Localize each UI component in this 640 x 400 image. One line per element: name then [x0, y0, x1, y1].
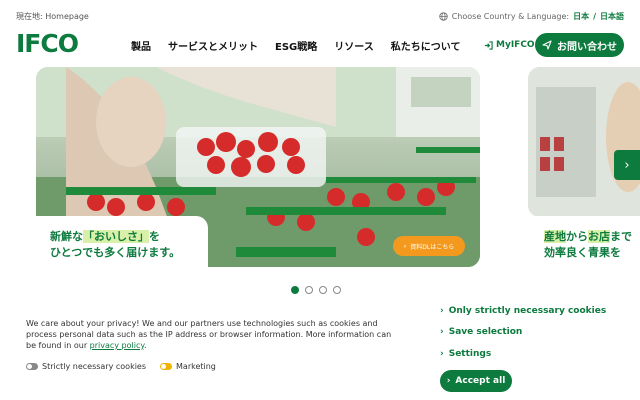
- nav-item-resources[interactable]: リソース: [334, 38, 374, 53]
- chevron-right-icon: ›: [446, 376, 451, 386]
- cookie-message: We care about your privacy! We and our p…: [26, 318, 396, 351]
- caption-text: から: [566, 230, 588, 243]
- chevron-right-icon: ›: [440, 327, 444, 337]
- carousel-dot[interactable]: [319, 286, 327, 294]
- main-nav: 製品 サービスとメリット ESG戦略 リソース 私たちについて: [131, 38, 460, 53]
- contact-button[interactable]: お問い合わせ: [535, 33, 624, 57]
- carousel-dot[interactable]: [305, 286, 313, 294]
- download-label: 資料DLはこちら: [410, 243, 455, 251]
- language-label: Choose Country & Language:: [451, 12, 570, 21]
- caption-highlight: 産地: [544, 230, 566, 243]
- toggle-marketing[interactable]: Marketing: [160, 362, 216, 371]
- language-current[interactable]: 日本語: [600, 11, 624, 22]
- caption-highlight: 「おいしさ」: [83, 230, 149, 243]
- accept-all-label: Accept all: [455, 376, 506, 386]
- ifco-logo[interactable]: IFCO: [16, 30, 79, 58]
- toggle-marketing-label: Marketing: [176, 362, 216, 371]
- caption-text: を: [149, 230, 160, 243]
- carousel-dot[interactable]: [291, 286, 299, 294]
- toggle-switch[interactable]: [160, 363, 173, 370]
- breadcrumb: 現在地: Homepage: [16, 11, 89, 22]
- carousel-next-button[interactable]: ›: [614, 150, 640, 180]
- myifco-link[interactable]: MyIFCO: [484, 40, 535, 50]
- save-selection-button[interactable]: › Save selection: [440, 327, 522, 337]
- download-button[interactable]: › 資料DLはこちら: [393, 236, 465, 256]
- breadcrumb-current[interactable]: Homepage: [45, 12, 89, 21]
- breadcrumb-label: 現在地:: [16, 12, 43, 21]
- caption-text: 新鮮な: [50, 230, 83, 243]
- chevron-right-icon: ›: [440, 306, 444, 316]
- login-icon: [484, 40, 493, 50]
- cookie-message-text: We care about your privacy! We and our p…: [26, 319, 392, 350]
- carousel-dot[interactable]: [333, 286, 341, 294]
- toggle-necessary[interactable]: Strictly necessary cookies: [26, 362, 146, 371]
- country-current[interactable]: 日本: [573, 11, 589, 22]
- accept-all-button[interactable]: › Accept all: [440, 370, 512, 392]
- privacy-policy-link[interactable]: privacy policy: [90, 341, 144, 350]
- hero-caption-line1: 新鮮な「おいしさ」を: [50, 228, 160, 244]
- next-caption-line1: 産地からお店まで: [544, 228, 632, 244]
- save-selection-label: Save selection: [448, 327, 523, 337]
- globe-icon: [439, 12, 448, 21]
- myifco-label: MyIFCO: [496, 40, 535, 50]
- hero-caption-line2: ひとつでも多く届けます。: [50, 246, 181, 259]
- nav-item-esg[interactable]: ESG戦略: [275, 38, 317, 53]
- nav-item-services[interactable]: サービスとメリット: [168, 38, 258, 53]
- toggle-switch[interactable]: [26, 363, 38, 370]
- language-separator: /: [593, 12, 596, 21]
- cookie-message-suffix: .: [143, 341, 147, 350]
- settings-label: Settings: [448, 349, 492, 359]
- next-slide-image: [528, 67, 640, 217]
- nav-item-about[interactable]: 私たちについて: [391, 38, 461, 53]
- cookie-toggles: Strictly necessary cookies Marketing: [26, 362, 216, 371]
- top-bar: 現在地: Homepage Choose Country & Language:…: [0, 0, 640, 30]
- next-slide-caption: 産地からお店まで 効率良く青果を: [528, 216, 640, 270]
- chevron-right-icon: ›: [440, 349, 444, 359]
- carousel-dots: [291, 286, 341, 294]
- next-caption-line2: 効率良く青果を: [544, 246, 621, 259]
- hero-caption: 新鮮な「おいしさ」を ひとつでも多く届けます。: [36, 216, 208, 270]
- only-necessary-button[interactable]: › Only strictly necessary cookies: [440, 306, 606, 316]
- caption-text: まで: [610, 230, 632, 243]
- only-necessary-label: Only strictly necessary cookies: [448, 306, 607, 316]
- chevron-right-icon: ›: [624, 157, 630, 173]
- nav-item-products[interactable]: 製品: [131, 38, 151, 53]
- chevron-right-icon: ›: [403, 242, 407, 250]
- toggle-necessary-label: Strictly necessary cookies: [42, 362, 147, 371]
- warehouse-photo: [528, 67, 640, 217]
- contact-label: お問い合わせ: [557, 41, 617, 53]
- send-icon: [542, 40, 552, 50]
- caption-highlight: お店: [588, 230, 610, 243]
- settings-button[interactable]: › Settings: [440, 349, 491, 359]
- language-selector[interactable]: Choose Country & Language: 日本 / 日本語: [439, 11, 624, 22]
